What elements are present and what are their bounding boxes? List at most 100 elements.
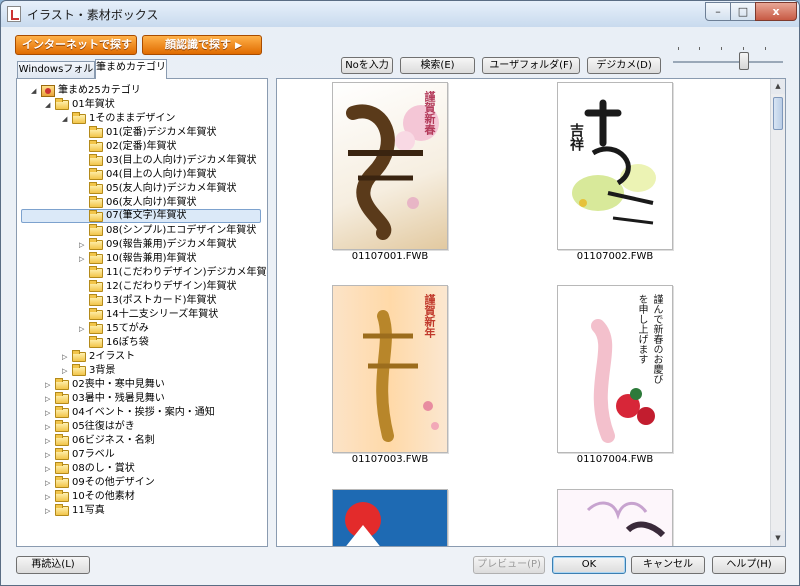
tree-item[interactable]: ▷ 2イラスト xyxy=(62,350,135,364)
maximize-button[interactable]: □ xyxy=(730,2,756,21)
tree-item[interactable]: ▷ 10(報告兼用)年賀状 xyxy=(79,252,197,266)
scrollbar-thumb[interactable] xyxy=(773,97,783,130)
preview-button[interactable]: プレビュー(P) xyxy=(473,556,545,574)
tree-item[interactable]: ▷ 10その他素材 xyxy=(45,490,135,504)
expand-icon[interactable]: ▷ xyxy=(62,350,72,364)
tree-item-label: 04イベント・挨拶・案内・通知 xyxy=(72,407,215,418)
help-button[interactable]: ヘルプ(H) xyxy=(712,556,786,574)
tree-item[interactable]: ▷ 02喪中・寒中見舞い xyxy=(45,378,165,392)
tree-item[interactable]: 14十二支シリーズ年賀状 xyxy=(79,308,218,322)
tree-item[interactable]: ▷ 07ラベル xyxy=(45,448,115,462)
tree-item-label: 11(こだわりデザイン)デジカメ年賀状 xyxy=(106,267,268,278)
folder-open-icon xyxy=(89,210,103,222)
tree-item[interactable]: 11(こだわりデザイン)デジカメ年賀状 xyxy=(79,266,268,280)
thumbnail-card[interactable]: 謹賀新年 xyxy=(332,285,448,453)
no-input-button[interactable]: Noを入力 xyxy=(341,57,393,74)
folder-icon xyxy=(89,140,103,152)
tab-windows-folder[interactable]: Windowsフォルダ xyxy=(17,61,95,91)
expand-icon[interactable]: ▷ xyxy=(79,322,89,336)
expand-icon[interactable]: ◢ xyxy=(45,98,55,112)
user-folder-button[interactable]: ユーザフォルダ(F) xyxy=(482,57,580,74)
tree-item[interactable]: ▷ 11写真 xyxy=(45,504,105,518)
tree-item[interactable]: ▷ 05往復はがき xyxy=(45,420,135,434)
expand-icon[interactable]: ▷ xyxy=(45,420,55,434)
expand-icon[interactable]: ▷ xyxy=(79,252,89,266)
tree-item[interactable]: ◢ 01年賀状 xyxy=(45,98,115,112)
expand-icon[interactable]: ▷ xyxy=(45,448,55,462)
tree-item[interactable]: 12(こだわりデザイン)年賀状 xyxy=(79,280,237,294)
expand-icon[interactable]: ▷ xyxy=(45,476,55,490)
slider-tick xyxy=(765,47,766,50)
zoom-slider-thumb[interactable] xyxy=(739,52,749,70)
tree-item[interactable]: 08(シンプル)エコデザイン年賀状 xyxy=(79,224,256,238)
tree-item-root[interactable]: ◢ 筆まめ25カテゴリ xyxy=(31,84,141,98)
expand-icon[interactable]: ◢ xyxy=(31,84,41,98)
tree-item-label: 05(友人向け)デジカメ年賀状 xyxy=(106,183,237,194)
expand-icon[interactable]: ▷ xyxy=(45,462,55,476)
tree-item[interactable]: ▷ 09(報告兼用)デジカメ年賀状 xyxy=(79,238,237,252)
expand-icon[interactable]: ▷ xyxy=(45,504,55,518)
folder-icon xyxy=(55,378,69,390)
tab-fudemame-category[interactable]: 筆まめカテゴリ xyxy=(95,59,167,79)
tree-item[interactable]: 04(目上の人向け)年賀状 xyxy=(79,168,217,182)
tree-item-label: 12(こだわりデザイン)年賀状 xyxy=(106,281,237,292)
face-search-button[interactable]: 顔認識で探す ▶ xyxy=(142,35,262,55)
thumbnail-card[interactable]: 謹賀新春 xyxy=(332,82,448,250)
tree-item[interactable]: 02(定番)年賀状 xyxy=(79,140,177,154)
tree-item[interactable]: 01(定番)デジカメ年賀状 xyxy=(79,126,217,140)
zoom-slider-track[interactable] xyxy=(673,61,783,63)
tree-item[interactable]: 03(目上の人向け)デジカメ年賀状 xyxy=(79,154,257,168)
tree-item[interactable]: ▷ 03暑中・残暑見舞い xyxy=(45,392,165,406)
folder-icon xyxy=(89,196,103,208)
close-button[interactable]: x xyxy=(755,2,797,21)
vertical-scrollbar[interactable]: ▲ ▼ xyxy=(770,79,785,546)
digicam-button[interactable]: デジカメ(D) xyxy=(587,57,661,74)
expand-icon[interactable]: ▷ xyxy=(45,392,55,406)
expand-icon[interactable]: ▷ xyxy=(79,238,89,252)
expand-icon[interactable]: ▷ xyxy=(45,434,55,448)
thumbnail-card[interactable] xyxy=(332,489,448,546)
new-year-card-image xyxy=(586,501,666,538)
card-greeting-text: 謹んで新春のお慶びを申し上げます xyxy=(636,294,662,384)
tree-item-label: 07(筆文字)年賀状 xyxy=(106,210,187,221)
category-tree[interactable]: ◢ 筆まめ25カテゴリ ◢ 01年賀状 ◢ 1そのままデザイン 01(定番)デジカメ年… xyxy=(16,78,268,547)
tree-item[interactable]: 05(友人向け)デジカメ年賀状 xyxy=(79,182,237,196)
cancel-button[interactable]: キャンセル xyxy=(631,556,705,574)
tree-item[interactable]: ▷ 09その他デザイン xyxy=(45,476,155,490)
scroll-up-icon[interactable]: ▲ xyxy=(771,79,785,94)
expand-icon[interactable]: ▷ xyxy=(62,364,72,378)
tree-item[interactable]: ▷ 06ビジネス・名刺 xyxy=(45,434,155,448)
expand-icon[interactable]: ▷ xyxy=(45,378,55,392)
tree-item-label: 3背景 xyxy=(89,365,116,376)
tree-item[interactable]: ▷ 15てがみ xyxy=(79,322,149,336)
play-icon: ▶ xyxy=(235,41,242,51)
tree-item-label: 筆まめ25カテゴリ xyxy=(58,85,141,96)
tree-item[interactable]: 13(ポストカード)年賀状 xyxy=(79,294,217,308)
folder-icon xyxy=(55,98,69,110)
tree-item[interactable]: ▷ 08のし・賞状 xyxy=(45,462,135,476)
tree-item[interactable]: 06(友人向け)年賀状 xyxy=(79,196,197,210)
tree-item[interactable]: ▷ 3背景 xyxy=(62,364,115,378)
reload-button[interactable]: 再読込(L) xyxy=(16,556,90,574)
tree-item[interactable]: 16ぽち袋 xyxy=(79,336,149,350)
thumbnail-grid[interactable]: 謹賀新春 01107001.FWB 吉祥 01107002.FWB 謹賀新年 0… xyxy=(276,78,786,547)
app-icon xyxy=(7,6,21,22)
internet-search-button[interactable]: インターネットで探す▶ xyxy=(15,35,137,69)
folder-icon xyxy=(89,224,103,236)
thumbnail-card[interactable]: 吉祥 xyxy=(557,82,673,250)
thumbnail-card[interactable] xyxy=(557,489,673,546)
expand-icon[interactable]: ▷ xyxy=(45,406,55,420)
expand-icon[interactable]: ◢ xyxy=(62,112,72,126)
minimize-button[interactable]: – xyxy=(705,2,731,21)
scroll-down-icon[interactable]: ▼ xyxy=(771,531,785,546)
folder-icon xyxy=(89,126,103,138)
ok-button[interactable]: OK xyxy=(552,556,626,574)
tree-item-label: 03(目上の人向け)デジカメ年賀状 xyxy=(106,155,257,166)
tree-item[interactable]: ▷ 04イベント・挨拶・案内・通知 xyxy=(45,406,215,420)
tree-item-label: 11写真 xyxy=(72,505,105,516)
search-button[interactable]: 検索(E) xyxy=(400,57,475,74)
thumbnail-card[interactable]: 謹んで新春のお慶びを申し上げます xyxy=(557,285,673,453)
tree-item-selected[interactable]: 07(筆文字)年賀状 xyxy=(21,209,261,223)
expand-icon[interactable]: ▷ xyxy=(45,490,55,504)
tree-item[interactable]: ◢ 1そのままデザイン xyxy=(62,112,175,126)
